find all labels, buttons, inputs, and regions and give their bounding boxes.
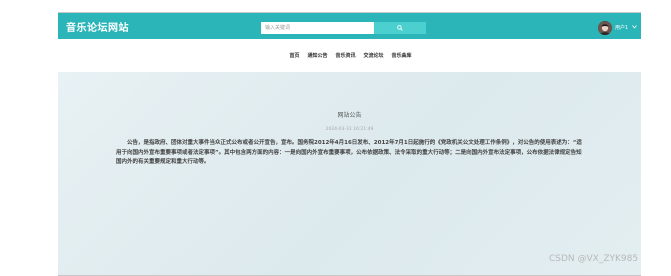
header-bar: 音乐论坛网站 用户1 [58, 13, 641, 39]
search-icon [397, 25, 403, 31]
nav-item-notices[interactable]: 通知公告 [307, 52, 327, 59]
search-button[interactable] [374, 22, 426, 34]
notice-body: 公告，是指政府、团体对重大事件当众正式公布或者公开宣告，宣布。国务院2012年4… [116, 140, 582, 165]
watermark-text: CSDN @VX_ZYK985 [549, 254, 639, 264]
notice-date: 2024-03-31 16:21:49 [325, 127, 374, 132]
nav-item-forum[interactable]: 交流论坛 [364, 52, 384, 59]
user-avatar[interactable] [598, 21, 612, 35]
nav-item-home[interactable]: 首页 [289, 52, 299, 59]
user-name[interactable]: 用户1 [615, 24, 628, 31]
chevron-down-icon[interactable] [632, 25, 637, 29]
notice-title: 网站公告 [337, 112, 362, 119]
main-nav: 首页 通知公告 音乐资讯 交流论坛 音乐曲库 [58, 39, 641, 72]
nav-item-music-news[interactable]: 音乐资讯 [335, 52, 355, 59]
notice-panel: 网站公告 2024-03-31 16:21:49 公告，是指政府、团体对重大事件… [58, 72, 641, 275]
browser-page: 音乐论坛网站 用户1 首页 通知公告 音乐资讯 交流论坛 音乐曲库 [58, 12, 641, 276]
site-title[interactable]: 音乐论坛网站 [66, 19, 129, 34]
search-input[interactable] [261, 22, 374, 34]
nav-item-music-library[interactable]: 音乐曲库 [392, 52, 412, 59]
